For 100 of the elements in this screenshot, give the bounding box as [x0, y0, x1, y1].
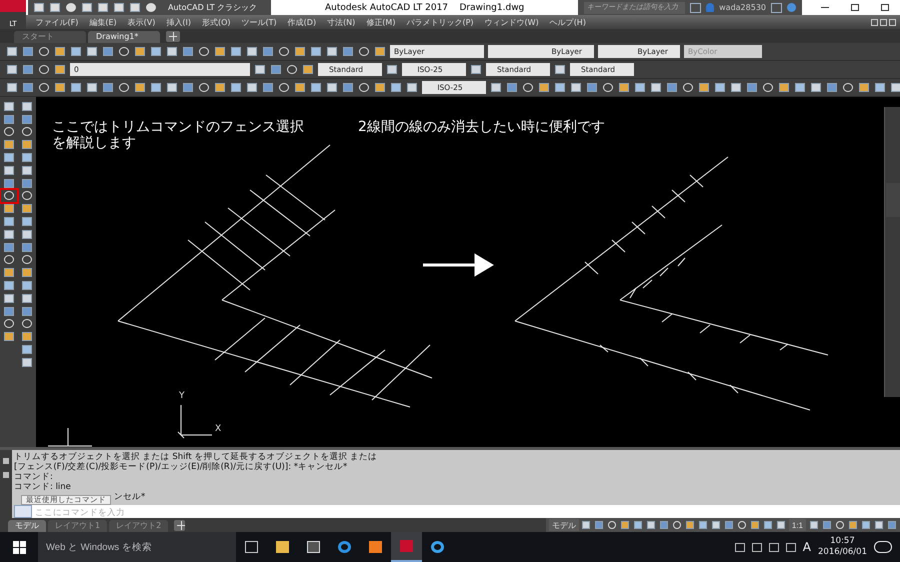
tool-button[interactable]: [846, 519, 859, 531]
tool-button[interactable]: [19, 343, 35, 356]
tool-button[interactable]: [148, 80, 164, 95]
tool-button[interactable]: [384, 62, 400, 77]
tool-button[interactable]: [19, 228, 35, 241]
tool-button[interactable]: [228, 80, 244, 95]
tool-button[interactable]: [584, 80, 600, 95]
menu-item[interactable]: 挿入(I): [160, 16, 196, 28]
tool-button[interactable]: [744, 80, 760, 95]
tool-button[interactable]: [4, 44, 20, 59]
tool-button[interactable]: [1, 240, 17, 254]
tool-button[interactable]: [696, 80, 712, 95]
tool-button[interactable]: [372, 44, 388, 59]
document-tab[interactable]: Drawing1*: [88, 31, 160, 43]
menu-item[interactable]: ウィンドウ(W): [479, 16, 544, 28]
tool-button[interactable]: [712, 80, 728, 95]
tool-button[interactable]: [212, 44, 228, 59]
model-space-button[interactable]: モデル: [548, 519, 579, 531]
tool-button[interactable]: [644, 519, 658, 531]
app-icon[interactable]: [391, 532, 422, 562]
tool-button[interactable]: [1, 138, 17, 152]
tool-button[interactable]: [372, 80, 388, 95]
menu-item[interactable]: ヘルプ(H): [544, 16, 592, 28]
tool-button[interactable]: [4, 62, 20, 77]
tool-button[interactable]: [180, 44, 196, 59]
tool-button[interactable]: [164, 80, 180, 95]
tool-button[interactable]: [616, 80, 632, 95]
menu-item[interactable]: 表示(V): [122, 16, 161, 28]
ime-indicator[interactable]: A: [802, 540, 811, 554]
tool-button[interactable]: [776, 80, 792, 95]
tool-button[interactable]: [212, 80, 228, 95]
tool-button[interactable]: [127, 0, 143, 15]
tool-button[interactable]: [340, 44, 356, 59]
tool-button[interactable]: [552, 62, 568, 77]
tool-button[interactable]: [19, 330, 35, 344]
tool-button[interactable]: [100, 44, 116, 59]
tool-button[interactable]: [268, 62, 284, 77]
tool-button[interactable]: [308, 80, 324, 95]
tool-button[interactable]: [19, 138, 35, 152]
document-tab[interactable]: スタート: [14, 31, 86, 43]
tool-button[interactable]: [95, 0, 111, 15]
tool-button[interactable]: [19, 100, 35, 113]
tool-button[interactable]: [1, 176, 17, 190]
tool-button[interactable]: [648, 80, 664, 95]
tool-button[interactable]: [762, 519, 775, 531]
tool-button[interactable]: [807, 519, 820, 531]
command-input[interactable]: ここにコマンドを入力: [32, 505, 900, 518]
tool-button[interactable]: [19, 292, 35, 305]
tool-button[interactable]: [180, 80, 196, 95]
tool-button[interactable]: [164, 44, 180, 59]
tool-button[interactable]: [1, 304, 17, 318]
tool-button[interactable]: [19, 356, 35, 369]
tool-button[interactable]: [722, 519, 736, 531]
tool-button[interactable]: [100, 80, 116, 95]
tool-button[interactable]: [859, 519, 872, 531]
tool-button[interactable]: [710, 519, 723, 531]
tool-button[interactable]: [68, 44, 84, 59]
tool-button[interactable]: [19, 215, 35, 228]
tool-button[interactable]: [488, 80, 504, 95]
tool-button[interactable]: [658, 519, 671, 531]
user-name[interactable]: wada28530: [719, 3, 766, 12]
tool-button[interactable]: [1, 202, 17, 216]
tool-button[interactable]: [664, 80, 680, 95]
menu-item[interactable]: 寸法(N): [322, 16, 361, 28]
tool-button[interactable]: [808, 80, 824, 95]
tool-button[interactable]: [824, 80, 840, 95]
tool-button[interactable]: [1, 330, 17, 344]
tool-button[interactable]: [260, 44, 276, 59]
scale-button[interactable]: 1:1: [788, 519, 806, 531]
tool-button[interactable]: [4, 80, 20, 95]
layout-tab[interactable]: レイアウト1: [48, 520, 108, 532]
tool-button[interactable]: [79, 0, 95, 15]
tool-button[interactable]: [244, 80, 260, 95]
tool-button[interactable]: [748, 519, 762, 531]
workspace-dropdown[interactable]: AutoCAD LT クラシック: [162, 0, 272, 15]
tool-button[interactable]: [308, 44, 324, 59]
tool-button[interactable]: [1, 279, 17, 292]
tool-button[interactable]: [20, 44, 36, 59]
clock-time[interactable]: 10:57: [830, 536, 855, 547]
tool-button[interactable]: [47, 0, 63, 15]
tool-button[interactable]: [552, 80, 568, 95]
tool-button[interactable]: [504, 80, 520, 95]
menu-item[interactable]: ファイル(F): [30, 16, 84, 28]
tool-button[interactable]: [592, 519, 606, 531]
tool-button[interactable]: [728, 80, 744, 95]
tool-button[interactable]: [1, 164, 17, 177]
menu-item[interactable]: 修正(M): [360, 16, 401, 28]
tool-button[interactable]: [388, 80, 404, 95]
menu-item[interactable]: ツール(T): [236, 16, 282, 28]
tool-button[interactable]: [228, 44, 244, 59]
clock-date[interactable]: 2016/06/01: [818, 547, 867, 558]
tool-button[interactable]: [324, 80, 340, 95]
tool-button[interactable]: [820, 519, 833, 531]
tool-button[interactable]: [885, 519, 898, 531]
tool-button[interactable]: [872, 80, 888, 95]
tool-button[interactable]: [19, 151, 35, 164]
tool-button[interactable]: [618, 519, 632, 531]
tool-button[interactable]: [19, 279, 35, 292]
tool-button[interactable]: [856, 80, 872, 95]
tool-button[interactable]: [19, 240, 35, 254]
